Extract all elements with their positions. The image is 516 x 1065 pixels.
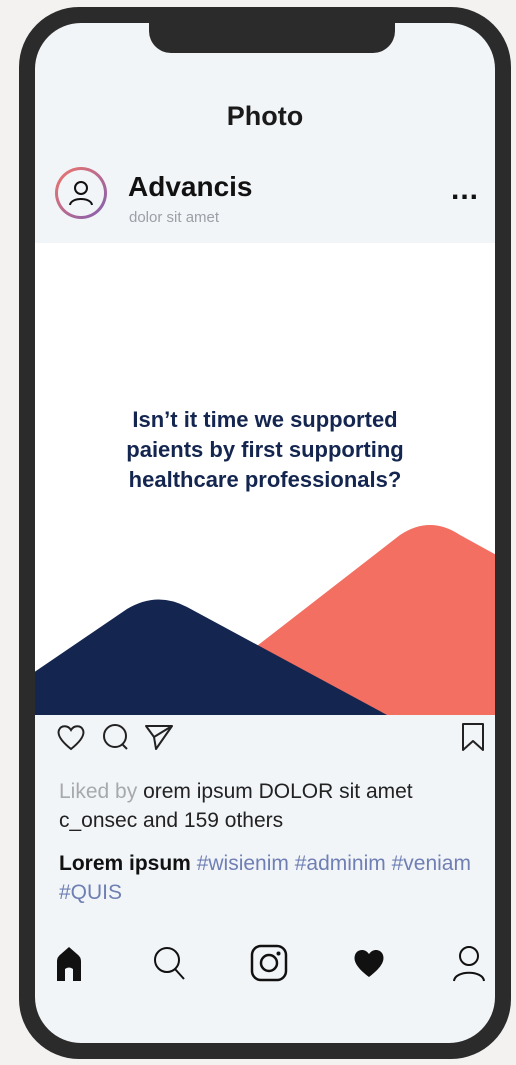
- post-actions: [35, 721, 495, 761]
- avatar[interactable]: [55, 167, 107, 219]
- heart-outline-icon: [57, 725, 85, 751]
- profile-icon: [453, 946, 485, 982]
- phone-screen: Photo Advancis dolor sit amet ... Isn’t …: [35, 23, 495, 1043]
- share-icon: [145, 725, 173, 750]
- profile-icon: [69, 181, 93, 206]
- likes-prefix: Liked by: [59, 780, 138, 803]
- comment-icon: [103, 724, 128, 750]
- share-button[interactable]: [143, 721, 175, 758]
- likes-text: Liked by orem ipsum DOLOR sit amet c_ons…: [59, 777, 475, 835]
- caption-author[interactable]: Lorem ipsum: [59, 852, 191, 875]
- post-header: Advancis dolor sit amet ...: [35, 163, 495, 229]
- phone-notch: [149, 23, 395, 53]
- post-image[interactable]: Isn’t it time we supported paients by fi…: [35, 243, 495, 715]
- heart-filled-icon: [354, 949, 384, 977]
- more-options-button[interactable]: ...: [451, 173, 479, 207]
- nav-search[interactable]: [151, 943, 187, 988]
- nav-camera[interactable]: [249, 943, 289, 988]
- bottom-nav: [35, 943, 495, 993]
- phone-frame: Photo Advancis dolor sit amet ... Isn’t …: [19, 7, 511, 1059]
- like-button[interactable]: [55, 721, 87, 758]
- bookmark-button[interactable]: [459, 721, 487, 758]
- page-title: Photo: [226, 101, 304, 131]
- post-subline: dolor sit amet: [129, 209, 220, 226]
- nav-home[interactable]: [53, 943, 85, 988]
- post-username[interactable]: Advancis: [128, 171, 253, 203]
- camera-icon: [250, 944, 288, 982]
- post-image-text: Isn’t it time we supported paients by fi…: [126, 407, 404, 492]
- nav-profile[interactable]: [451, 943, 487, 988]
- nav-activity[interactable]: [351, 943, 387, 988]
- bookmark-icon: [462, 723, 484, 751]
- home-icon: [57, 947, 81, 981]
- post-caption: Lorem ipsum #wisienim #adminim #veniam #…: [59, 849, 475, 907]
- search-icon: [154, 947, 185, 980]
- comment-button[interactable]: [99, 721, 131, 758]
